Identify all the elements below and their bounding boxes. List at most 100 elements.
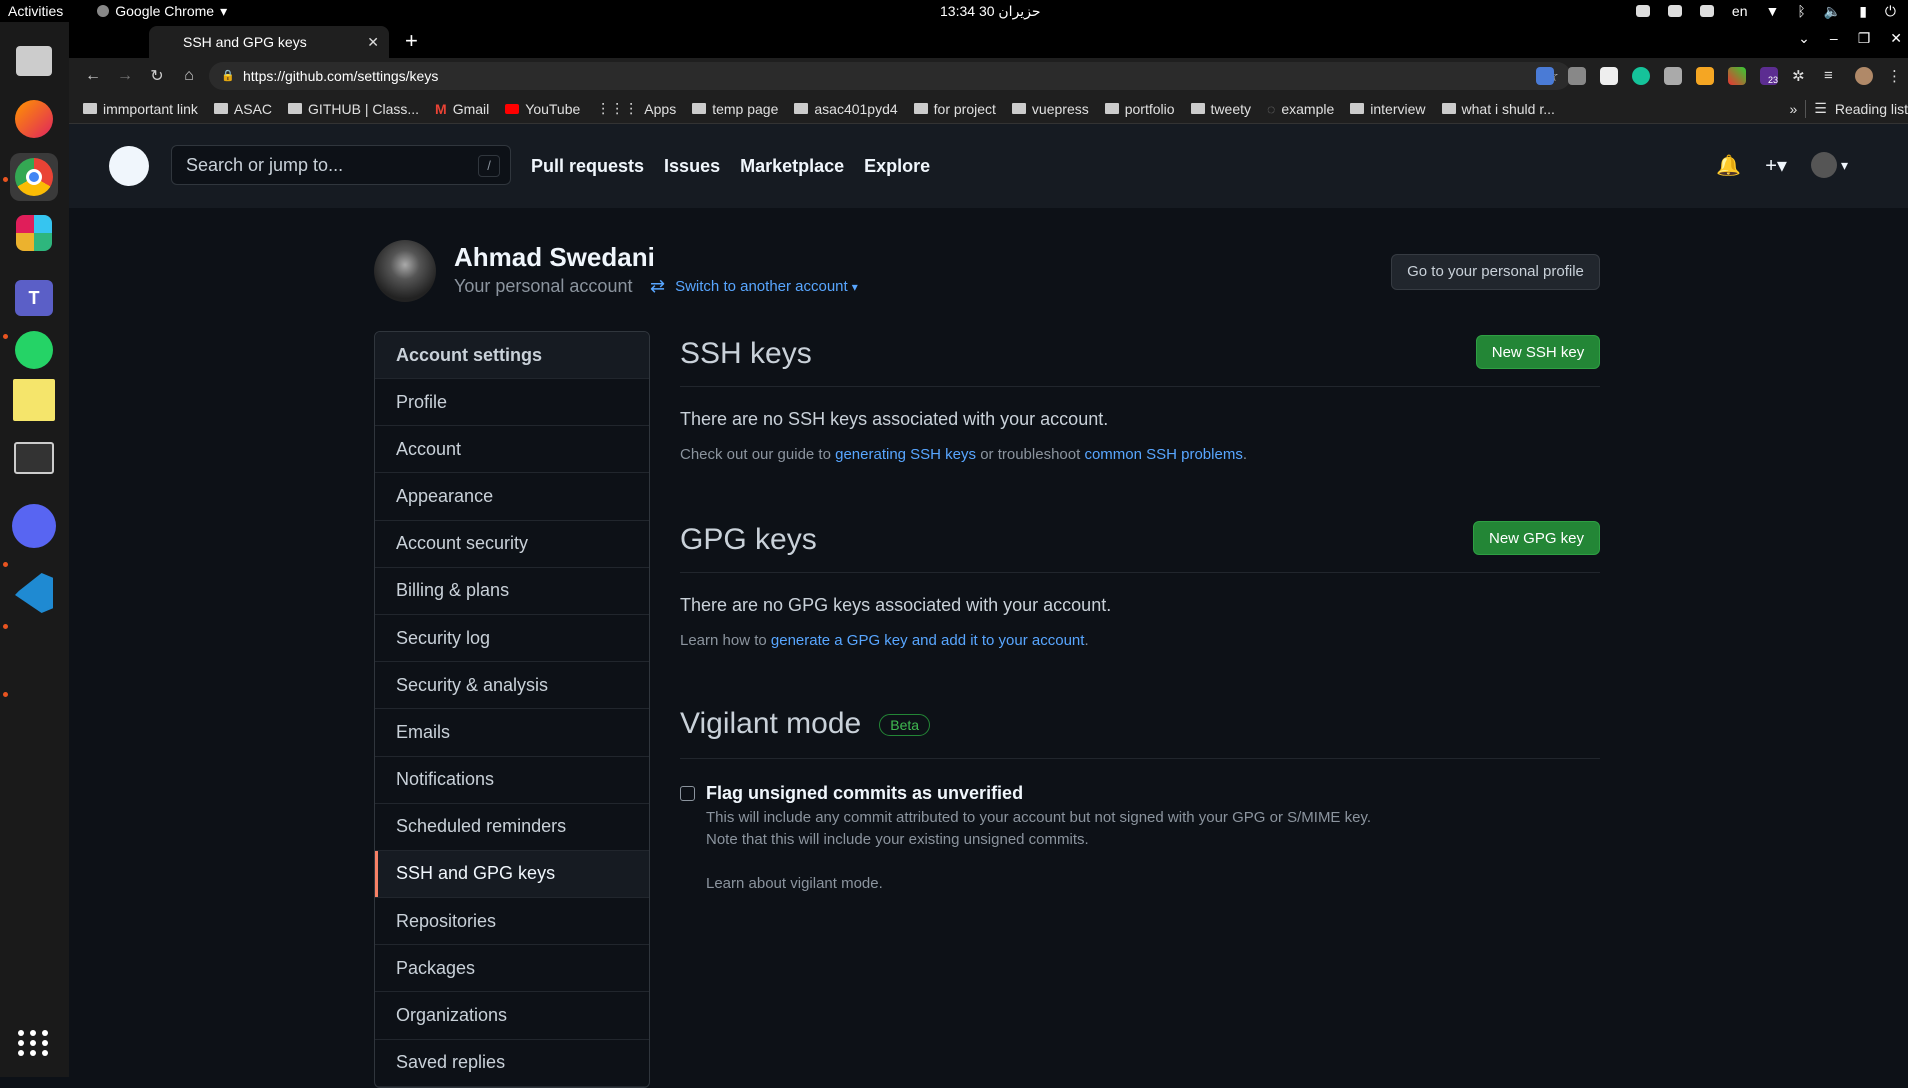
sidebar-item-profile[interactable]: Profile (375, 379, 649, 427)
bookmark-item[interactable]: GITHUB | Class... (288, 101, 419, 117)
bookmark-item[interactable]: ⋮⋮⋮ Apps (596, 100, 676, 117)
slack-tray-icon[interactable] (1667, 5, 1682, 17)
github-logo-icon[interactable] (109, 146, 149, 186)
back-icon[interactable]: ← (77, 67, 109, 85)
bookmark-item[interactable]: ◌ example (1267, 101, 1334, 117)
nav-issues[interactable]: Issues (664, 156, 720, 177)
common-ssh-problems-link[interactable]: common SSH problems (1084, 446, 1242, 463)
sidebar-item-security-analysis[interactable]: Security & analysis (375, 662, 649, 710)
reload-icon[interactable]: ↻ (141, 66, 173, 86)
lock-icon[interactable]: 🔒 (221, 69, 235, 82)
wifi-icon[interactable]: ▼ (1766, 3, 1780, 19)
translate-extension-icon[interactable] (1536, 67, 1554, 85)
sidebar-item-emails[interactable]: Emails (375, 709, 649, 757)
reading-list-icon[interactable]: ☰ (1814, 100, 1827, 117)
reading-list-label[interactable]: Reading list (1835, 101, 1908, 117)
browser-tab[interactable]: SSH and GPG keys ✕ (149, 26, 389, 58)
discord-icon[interactable] (10, 502, 58, 550)
sidebar-item-appearance[interactable]: Appearance (375, 473, 649, 521)
volume-icon[interactable]: 🔈 (1824, 3, 1841, 20)
bookmark-item[interactable]: immportant link (83, 101, 198, 117)
more-bookmarks-icon[interactable]: » (1789, 101, 1797, 117)
badge-extension-icon[interactable]: 23 (1760, 67, 1778, 85)
sidebar-item-scheduled-reminders[interactable]: Scheduled reminders (375, 804, 649, 851)
sticky-notes-icon[interactable] (10, 376, 58, 424)
bookmark-item[interactable]: YouTube (505, 101, 580, 117)
teams-tray-icon[interactable] (1699, 5, 1714, 17)
bookmark-item[interactable]: M Gmail (435, 101, 489, 117)
forward-icon[interactable]: → (109, 67, 141, 85)
generating-ssh-keys-link[interactable]: generating SSH keys (835, 446, 976, 463)
bookmark-item[interactable]: asac401pyd4 (794, 101, 898, 117)
minimize-icon[interactable]: – (1830, 30, 1838, 47)
activities-button[interactable]: Activities (8, 3, 63, 19)
bookmark-item[interactable]: temp page (692, 101, 778, 117)
show-apps-icon[interactable] (10, 1019, 58, 1067)
close-window-icon[interactable]: ✕ (1890, 30, 1902, 47)
create-new-plus-icon[interactable]: +▾ (1765, 153, 1787, 178)
new-gpg-key-button[interactable]: New GPG key (1473, 521, 1600, 555)
notification-bell-icon[interactable]: 🔔 (1716, 153, 1741, 178)
search-input[interactable]: Search or jump to... / (171, 145, 511, 185)
sidebar-item-saved-replies[interactable]: Saved replies (375, 1040, 649, 1087)
extensions-puzzle-icon[interactable]: ✲ (1792, 67, 1810, 85)
orange-extension-icon[interactable] (1696, 67, 1714, 85)
bookmark-item[interactable]: interview (1350, 101, 1426, 117)
restore-icon[interactable]: ❐ (1858, 30, 1871, 47)
sidebar-item-ssh-gpg-keys[interactable]: SSH and GPG keys (375, 850, 649, 899)
nav-explore[interactable]: Explore (864, 156, 930, 177)
learn-vigilant-mode-link[interactable]: Learn about vigilant mode. (706, 875, 883, 892)
sidebar-item-account-security[interactable]: Account security (375, 521, 649, 568)
new-ssh-key-button[interactable]: New SSH key (1476, 335, 1600, 369)
teams-icon[interactable]: T (10, 274, 58, 322)
colorful-extension-icon[interactable] (1728, 67, 1746, 85)
nav-pull-requests[interactable]: Pull requests (531, 156, 644, 177)
terminal-icon[interactable] (10, 434, 58, 482)
bluetooth-icon[interactable]: ᛒ (1797, 3, 1805, 19)
new-tab-icon[interactable]: + (405, 28, 418, 54)
files-icon[interactable] (10, 37, 58, 85)
clock[interactable]: حزيران 30 13:34 (940, 3, 1041, 20)
app-menu[interactable]: Google Chrome ▾ (97, 3, 227, 20)
bookmark-item[interactable]: vuepress (1011, 101, 1089, 117)
switch-account-link[interactable]: ⇄ Switch to another account ▾ (650, 276, 858, 297)
vigilant-checkbox[interactable] (680, 786, 695, 801)
media-control-icon[interactable]: ≡ (1824, 67, 1842, 85)
vscode-icon[interactable] (10, 569, 58, 617)
firefox-icon[interactable] (10, 95, 58, 143)
nav-marketplace[interactable]: Marketplace (740, 156, 844, 177)
sidebar-item-account[interactable]: Account (375, 426, 649, 474)
address-bar[interactable]: 🔒 https://github.com/settings/keys ☆ (209, 62, 1571, 90)
whatsapp-icon[interactable] (10, 326, 58, 374)
bookmark-item[interactable]: what i shuld r... (1441, 101, 1555, 117)
language-indicator[interactable]: en (1732, 3, 1748, 19)
notes-extension-icon[interactable] (1600, 67, 1618, 85)
vigilant-checkbox-label[interactable]: Flag unsigned commits as unverified (706, 783, 1023, 804)
kebab-menu-icon[interactable]: ⋮ (1887, 67, 1905, 85)
battery-icon[interactable]: ▮ (1859, 3, 1867, 20)
tab-search-icon[interactable]: ⌄ (1798, 30, 1810, 47)
close-tab-icon[interactable]: ✕ (367, 34, 379, 51)
grammarly-extension-icon[interactable] (1632, 67, 1650, 85)
vue-extension-icon[interactable] (1568, 67, 1586, 85)
power-icon[interactable]: ⏻ (1885, 3, 1896, 20)
sidebar-item-organizations[interactable]: Organizations (375, 992, 649, 1040)
discord-tray-icon[interactable] (1635, 5, 1650, 17)
bookmark-item[interactable]: for project (913, 101, 996, 117)
sidebar-item-repositories[interactable]: Repositories (375, 898, 649, 946)
slack-icon[interactable] (10, 209, 58, 257)
bookmark-item[interactable]: portfolio (1104, 101, 1175, 117)
generate-gpg-key-link[interactable]: generate a GPG key and add it to your ac… (771, 632, 1085, 649)
bookmark-item[interactable]: ASAC (213, 101, 272, 117)
sidebar-item-notifications[interactable]: Notifications (375, 757, 649, 804)
user-menu[interactable]: ▾ (1810, 152, 1848, 178)
sidebar-item-security-log[interactable]: Security log (375, 615, 649, 663)
go-to-profile-button[interactable]: Go to your personal profile (1391, 254, 1600, 290)
chrome-icon[interactable] (10, 153, 58, 201)
profile-avatar-icon[interactable] (1855, 67, 1873, 85)
camera-extension-icon[interactable] (1664, 67, 1682, 85)
bookmark-item[interactable]: tweety (1190, 101, 1251, 117)
sidebar-item-packages[interactable]: Packages (375, 945, 649, 993)
sidebar-item-billing[interactable]: Billing & plans (375, 568, 649, 615)
home-icon[interactable]: ⌂ (173, 67, 205, 85)
